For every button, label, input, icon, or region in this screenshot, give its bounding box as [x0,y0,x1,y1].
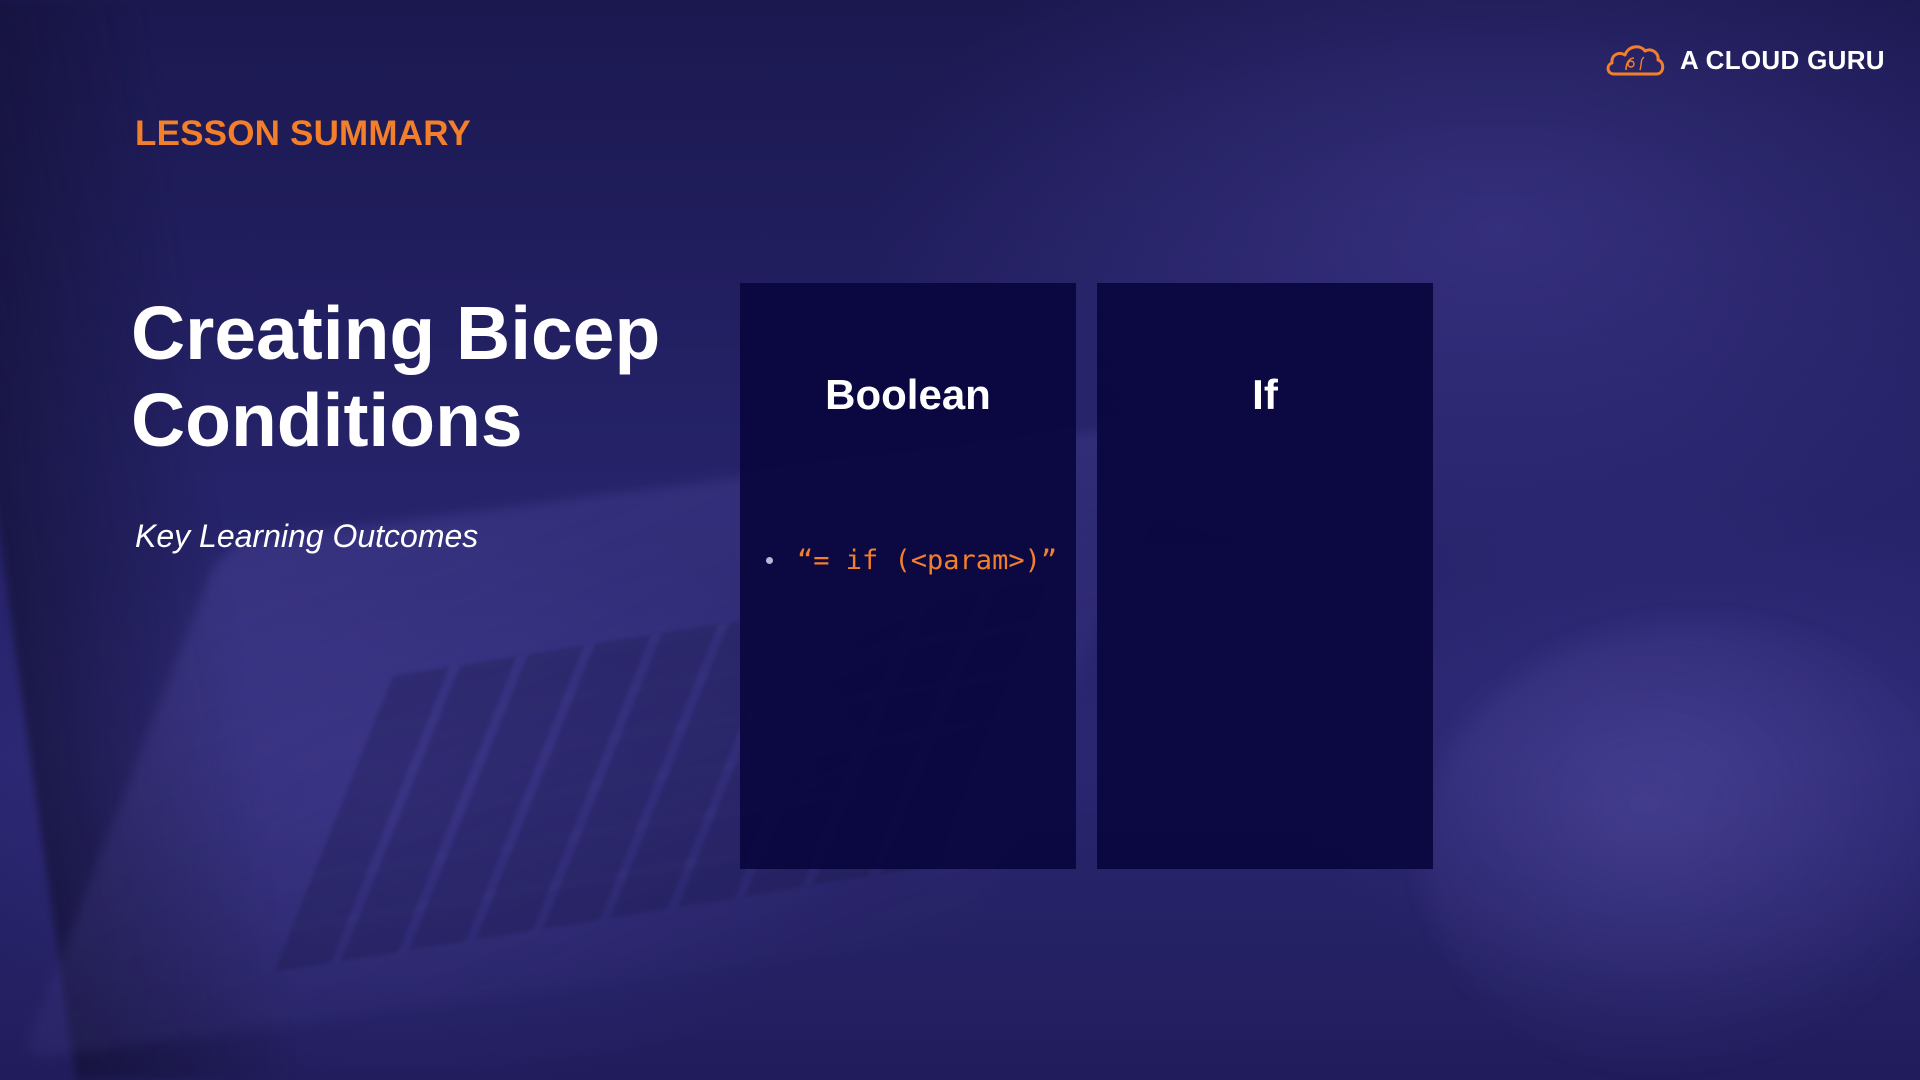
boolean-card-title: Boolean [825,371,991,418]
slide-subtitle: Key Learning Outcomes [135,518,479,554]
bullet-dot-icon [766,557,773,564]
if-card: If [1097,283,1433,869]
boolean-bullet-text: “= if (<param>)” [797,545,1058,576]
if-card-title: If [1252,371,1278,418]
slide-title-line-1: Creating Bicep [131,291,661,375]
boolean-card-bullet: “= if (<param>)” [766,545,1057,576]
cloud-icon [1604,40,1666,80]
slide-title-line-2: Conditions [131,378,523,462]
brand-logo: A CLOUD GURU [1604,38,1885,82]
section-eyebrow: LESSON SUMMARY [135,114,471,153]
background-hand-image [1420,620,1920,1080]
lesson-summary-slide: A CLOUD GURU LESSON SUMMARY Creating Bic… [0,0,1920,1080]
slide-title: Creating Bicep Conditions [131,290,751,464]
brand-name: A CLOUD GURU [1680,44,1885,75]
boolean-card: Boolean “= if (<param>)” [740,283,1076,869]
